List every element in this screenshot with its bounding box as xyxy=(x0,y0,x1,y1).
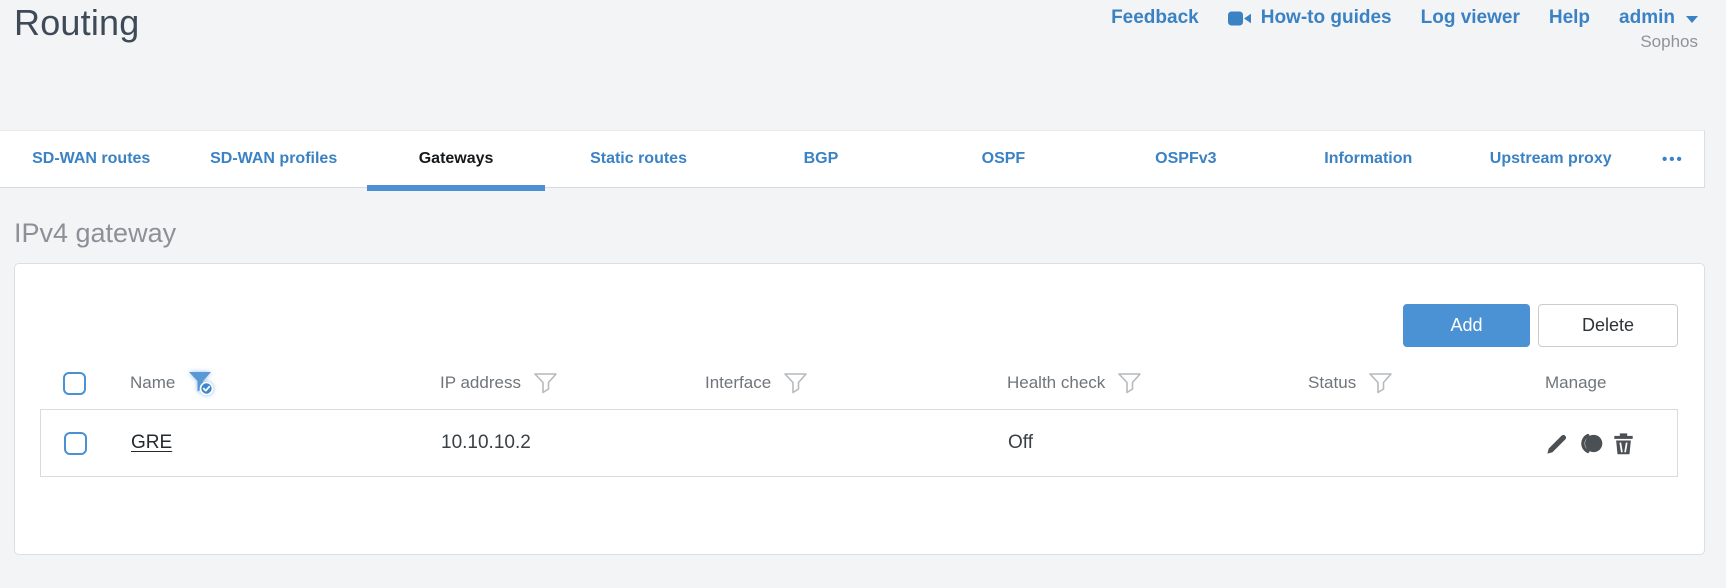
header-links: Feedback How-to guides Log viewer Help a… xyxy=(1111,7,1698,52)
filter-icon[interactable] xyxy=(783,372,808,395)
add-button[interactable]: Add xyxy=(1403,304,1530,347)
how-to-guides-label: How-to guides xyxy=(1260,7,1392,28)
table-toolbar: Add Delete xyxy=(40,304,1678,347)
manage-cell xyxy=(1546,432,1677,455)
table-row: GRE 10.10.10.2 Off xyxy=(40,409,1678,477)
ipv4-gateway-card: Add Delete Name IP address Interface Hea… xyxy=(14,263,1705,555)
tab-bgp[interactable]: BGP xyxy=(730,131,912,187)
tab-information[interactable]: Information xyxy=(1277,131,1459,187)
tab-sdwan-profiles[interactable]: SD-WAN profiles xyxy=(182,131,364,187)
column-header-health-check: Health check xyxy=(1007,372,1308,395)
tab-ospf[interactable]: OSPF xyxy=(912,131,1094,187)
health-check-cell: Off xyxy=(1008,432,1033,453)
table-header-row: Name IP address Interface Health check S… xyxy=(40,359,1678,407)
section-heading: IPv4 gateway xyxy=(14,218,177,248)
ip-address-cell: 10.10.10.2 xyxy=(441,432,531,453)
gateway-name-link[interactable]: GRE xyxy=(131,432,172,453)
feedback-label: Feedback xyxy=(1111,7,1199,28)
row-checkbox[interactable] xyxy=(64,431,87,455)
brand-label: Sophos xyxy=(1640,32,1698,51)
filter-applied-icon[interactable] xyxy=(187,370,215,396)
column-label: Manage xyxy=(1545,373,1607,392)
tab-static-routes[interactable]: Static routes xyxy=(547,131,729,187)
filter-icon[interactable] xyxy=(533,372,558,395)
delete-button[interactable]: Delete xyxy=(1538,304,1678,347)
user-menu[interactable]: admin xyxy=(1619,7,1698,29)
top-header: Routing Feedback How-to guides Log viewe… xyxy=(0,0,1726,130)
log-viewer-label: Log viewer xyxy=(1420,7,1520,28)
caret-down-icon xyxy=(1686,16,1698,23)
column-label: Health check xyxy=(1007,373,1106,392)
tab-ospfv3[interactable]: OSPFv3 xyxy=(1095,131,1277,187)
tab-sdwan-routes[interactable]: SD-WAN routes xyxy=(0,131,182,187)
video-camera-icon xyxy=(1227,10,1252,27)
page-title: Routing xyxy=(14,2,140,43)
how-to-guides-link[interactable]: How-to guides xyxy=(1227,7,1392,29)
routing-tab-bar: SD-WAN routes SD-WAN profiles Gateways S… xyxy=(0,130,1705,191)
delete-trash-icon[interactable] xyxy=(1612,432,1635,455)
column-header-manage: Manage xyxy=(1545,373,1678,393)
select-all-checkbox[interactable] xyxy=(63,371,86,395)
column-header-status: Status xyxy=(1308,372,1545,395)
column-header-name: Name xyxy=(130,370,440,396)
user-menu-label: admin xyxy=(1619,7,1675,28)
column-header-ip-address: IP address xyxy=(440,372,705,395)
tab-overflow-ellipsis[interactable]: ••• xyxy=(1642,131,1704,187)
tab-gateways[interactable]: Gateways xyxy=(365,131,547,191)
help-label: Help xyxy=(1548,7,1591,28)
column-header-interface: Interface xyxy=(705,372,1007,395)
column-label: Name xyxy=(130,373,176,392)
help-link[interactable]: Help xyxy=(1549,7,1590,29)
log-viewer-link[interactable]: Log viewer xyxy=(1421,7,1520,29)
column-label: IP address xyxy=(440,373,521,392)
filter-icon[interactable] xyxy=(1368,372,1393,395)
column-label: Interface xyxy=(705,373,772,392)
clone-icon[interactable] xyxy=(1578,432,1603,455)
tab-upstream-proxy[interactable]: Upstream proxy xyxy=(1460,131,1642,187)
filter-icon[interactable] xyxy=(1117,372,1142,395)
feedback-link[interactable]: Feedback xyxy=(1111,7,1199,29)
column-label: Status xyxy=(1308,373,1357,392)
edit-icon[interactable] xyxy=(1546,432,1569,455)
